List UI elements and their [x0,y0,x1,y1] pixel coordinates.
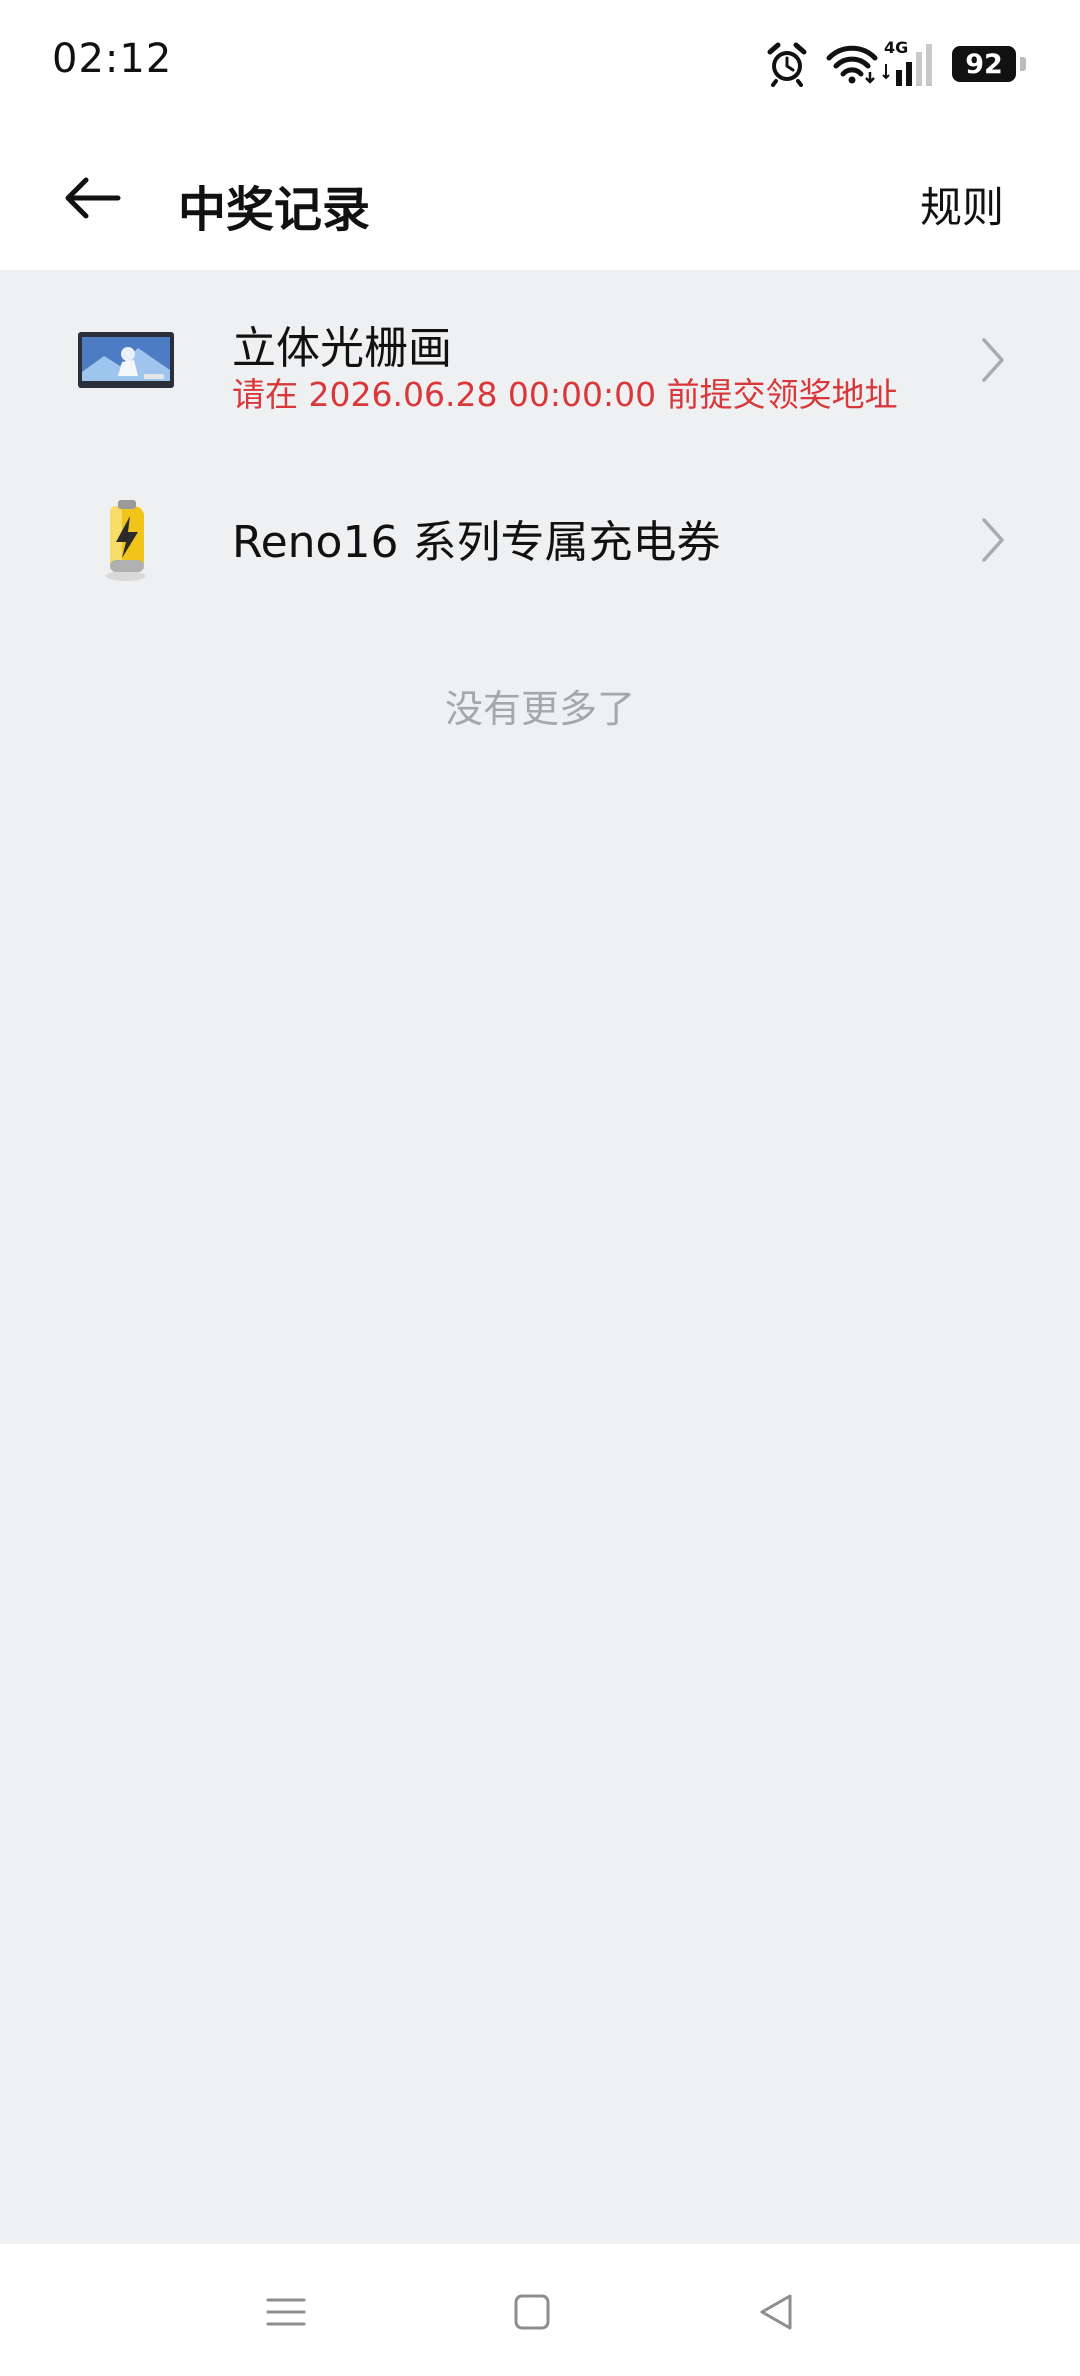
back-button[interactable] [52,162,132,234]
network-type-label: 4G [884,38,909,57]
battery-charge-icon [106,500,146,581]
cellular-signal-icon: 4G [882,38,934,86]
arrow-left-icon [65,177,121,219]
prize-record-item[interactable]: 立体光栅画 请在 2026.06.28 00:00:00 前提交领奖地址 [0,270,1080,450]
no-more-text: 没有更多了 [444,687,635,731]
menu-icon[interactable] [262,2288,310,2336]
battery-tip [1020,57,1026,71]
back-triangle-icon[interactable] [752,2288,800,2336]
record-deadline: 请在 2026.06.28 00:00:00 前提交领奖地址 [232,375,898,414]
wifi-icon [826,45,878,84]
status-time: 02:12 [52,36,173,82]
prize-record-item[interactable]: Reno16 系列专属充电券 [0,450,1080,630]
home-icon[interactable] [508,2288,556,2336]
page-title: 中奖记录 [178,182,371,238]
battery-level: 92 [965,48,1003,80]
chevron-right-icon [982,338,1004,382]
screen: 02:12 4G 92 中奖记录 规则 立体光栅画 请在 2026.06.28 … [0,0,1080,2376]
record-title: 立体光栅画 [232,323,452,374]
record-title: Reno16 系列专属充电券 [232,517,721,568]
artwork-thumbnail [78,332,174,388]
alarm-icon [767,42,807,87]
prize-record-list: 立体光栅画 请在 2026.06.28 00:00:00 前提交领奖地址 Ren… [0,270,1080,630]
system-nav-bar [0,2244,1080,2376]
rules-button[interactable]: 规则 [920,174,1004,235]
status-icons: 4G 92 [766,38,1026,90]
chevron-right-icon [982,518,1004,562]
app-header: 中奖记录 规则 [0,126,1080,270]
status-bar: 02:12 4G 92 [0,0,1080,126]
battery-icon: 92 [952,46,1026,82]
